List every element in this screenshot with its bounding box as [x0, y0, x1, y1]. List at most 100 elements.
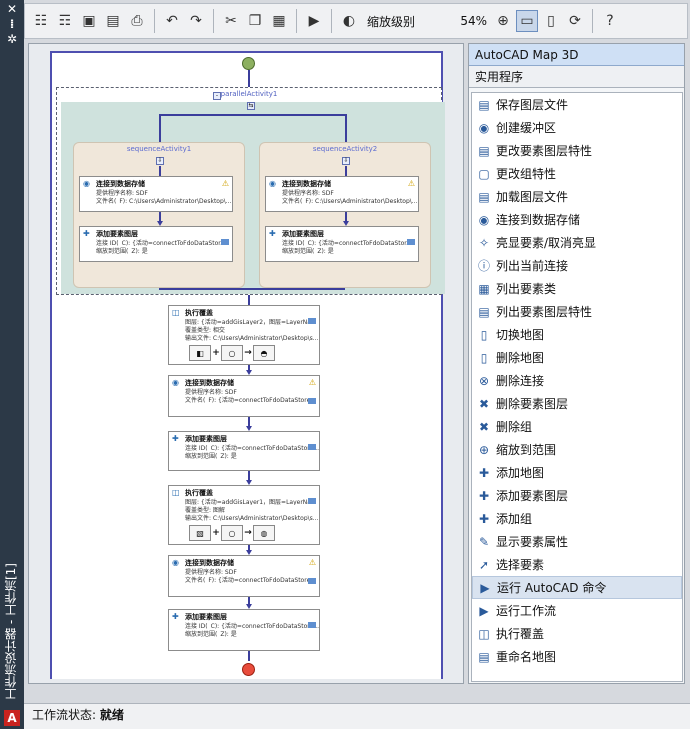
activity-item-rename-map[interactable]: ▤ 重命名地图 — [472, 645, 682, 668]
palette-title-bar: ✕ ⁞ ✲ 工作流设计器 - 工作流[1] A — [0, 0, 24, 729]
close-icon[interactable]: ✕ — [0, 3, 24, 15]
activity-item-change-group-props[interactable]: ▢ 更改组特性 — [472, 162, 682, 185]
activity-item-delete-layer[interactable]: ✖ 删除要素图层 — [472, 392, 682, 415]
perform-overlay-activity[interactable]: ◫ 执行覆盖 图层: {活动=addGisLayer1，图层=LayerNa..… — [168, 485, 320, 545]
save-icon[interactable]: ▣ — [78, 10, 100, 32]
group-props-icon: ▢ — [478, 166, 490, 181]
activity-item-save-layer-file[interactable]: ▤ 保存图层文件 — [472, 93, 682, 116]
list-layer-props-icon: ▤ — [478, 304, 490, 319]
activity-item-connect-datastore[interactable]: ◉ 连接到数据存储 — [472, 208, 682, 231]
toolbar: ☷ ☶ ▣ ▤ ⎙ ↶ ↷ ✂ ❐ ▦ ▶ ◐ 缩放级别 54% ⊕ ▭ ▯ ⟳… — [24, 3, 688, 39]
designer-canvas-area[interactable]: - parallelActivity1 ⇆ sequenceActivity1 … — [28, 43, 464, 684]
activity-item-delete-group[interactable]: ✖ 删除组 — [472, 415, 682, 438]
palette-subcategory-header[interactable]: 实用程序 — [469, 66, 684, 88]
new-workflow-icon[interactable]: ☷ — [30, 10, 52, 32]
connect-datastore-activity[interactable]: ◉ ⚠ 连接到数据存储 提供程序名称: SDF 文件名(_F): {活动=con… — [168, 555, 320, 597]
add-feature-layer-activity[interactable]: ✚ 添加要素图层 连接 ID(_C): {活动=connectToFdoData… — [79, 226, 233, 262]
warning-icon: ⚠ — [308, 558, 316, 567]
sequence-activity[interactable]: sequenceActivity2 ⇩ ◉ ⚠ 连接到数据存储 提供程序名称: … — [259, 142, 431, 288]
plus-icon: + — [212, 528, 220, 538]
link-icon — [308, 444, 316, 450]
open-workflow-icon[interactable]: ☶ — [54, 10, 76, 32]
activity-item-delete-map[interactable]: ▯ 删除地图 — [472, 346, 682, 369]
code-view-icon[interactable]: ▯ — [540, 10, 562, 32]
workflow-end-icon — [242, 663, 255, 676]
overlay-diagram: ▧ + ○ → ◍ — [189, 524, 275, 542]
delete-connection-icon: ⊗ — [478, 373, 490, 388]
activity-title: 添加要素图层 — [185, 613, 227, 621]
add-feature-layer-activity[interactable]: ✚ 添加要素图层 连接 ID(_C): {活动=connectToFdoData… — [168, 609, 320, 651]
activity-property: 文件名(_F): {活动=connectToFdoDataStore... — [185, 577, 316, 583]
activity-item-show-attributes[interactable]: ✎ 显示要素属性 — [472, 530, 682, 553]
activity-item-label: 运行工作流 — [496, 604, 557, 618]
activity-property: 提供程序名称: SDF — [282, 190, 334, 196]
activity-item-add-group[interactable]: ✚ 添加组 — [472, 507, 682, 530]
input-layer-icon: ◧ — [189, 345, 211, 361]
activity-property: 提供程序名称: SDF — [185, 389, 237, 395]
activity-item-add-layer[interactable]: ✚ 添加要素图层 — [472, 484, 682, 507]
activity-item-create-buffer[interactable]: ◉ 创建缓冲区 — [472, 116, 682, 139]
buffer-icon: ◉ — [478, 120, 490, 135]
design-view-icon[interactable]: ▭ — [516, 10, 538, 32]
connect-datastore-activity[interactable]: ◉ ⚠ 连接到数据存储 提供程序名称: SDF 文件名(_F): {活动=con… — [168, 375, 320, 417]
activity-item-run-autocad-command[interactable]: ▶ 运行 AutoCAD 命令 — [472, 576, 682, 599]
save-as-icon[interactable]: ▤ — [102, 10, 124, 32]
help-icon[interactable]: ? — [599, 10, 621, 32]
activity-item-label: 更改要素图层特性 — [496, 144, 593, 158]
zoom-level-value[interactable]: 54% — [457, 14, 487, 28]
link-icon — [407, 239, 415, 245]
connect-datastore-activity[interactable]: ◉ ⚠ 连接到数据存储 提供程序名称: SDF 文件名(_F): C:\User… — [79, 176, 233, 212]
activity-item-zoom-extents[interactable]: ⊕ 缩放到范围 — [472, 438, 682, 461]
activity-item-label: 执行覆盖 — [496, 627, 545, 641]
add-feature-layer-activity[interactable]: ✚ 添加要素图层 连接 ID(_C): {活动=connectToFdoData… — [265, 226, 419, 262]
status-bar: 工作流状态: 就绪 — [24, 703, 690, 729]
cut-icon[interactable]: ✂ — [220, 10, 242, 32]
link-icon — [308, 398, 316, 404]
toolbar-separator — [296, 9, 297, 33]
auto-hide-icon[interactable]: ⁞ — [0, 18, 24, 30]
zoom-magnifier-icon[interactable]: ⊕ — [492, 10, 514, 32]
properties-gear-icon[interactable]: ✲ — [0, 33, 24, 45]
activity-property: 覆盖类型: 图解 — [185, 507, 225, 513]
activity-property: 图层: {活动=addGisLayer2，图层=LayerNa... — [185, 319, 317, 325]
perform-overlay-activity[interactable]: ◫ 执行覆盖 图层: {活动=addGisLayer2，图层=LayerNa..… — [168, 305, 320, 365]
activity-item-select-features[interactable]: ➚ 选择要素 — [472, 553, 682, 576]
run-workflow-icon[interactable]: ▶ — [303, 10, 325, 32]
workflow-status-label: 工作流状态: — [32, 708, 97, 722]
palette-category-header[interactable]: AutoCAD Map 3D — [469, 44, 684, 66]
activity-item-list-classes[interactable]: ▦ 列出要素类 — [472, 277, 682, 300]
activity-item-label: 添加要素图层 — [496, 489, 569, 503]
activity-item-list-layer-props[interactable]: ▤ 列出要素图层特性 — [472, 300, 682, 323]
paste-icon[interactable]: ▦ — [268, 10, 290, 32]
activity-title: 添加要素图层 — [185, 435, 227, 443]
activity-item-switch-map[interactable]: ▯ 切换地图 — [472, 323, 682, 346]
undo-icon[interactable]: ↶ — [161, 10, 183, 32]
activity-item-add-map[interactable]: ✚ 添加地图 — [472, 461, 682, 484]
parallel-activity[interactable]: - parallelActivity1 ⇆ sequenceActivity1 … — [56, 87, 445, 295]
activity-title: 连接到数据存储 — [185, 379, 234, 387]
workflow-canvas[interactable]: - parallelActivity1 ⇆ sequenceActivity1 … — [50, 51, 445, 679]
redo-icon[interactable]: ↷ — [185, 10, 207, 32]
connector-line — [248, 295, 250, 305]
print-icon[interactable]: ⎙ — [126, 10, 148, 32]
activity-item-label: 亮显要素/取消亮显 — [496, 236, 597, 250]
zoom-tool-icon[interactable]: ◐ — [338, 10, 360, 32]
activity-item-run-workflow[interactable]: ▶ 运行工作流 — [472, 599, 682, 622]
copy-icon[interactable]: ❐ — [244, 10, 266, 32]
activity-item-list-connections[interactable]: ⓘ 列出当前连接 — [472, 254, 682, 277]
connect-datastore-activity[interactable]: ◉ ⚠ 连接到数据存储 提供程序名称: SDF 文件名(_F): C:\User… — [265, 176, 419, 212]
activity-item-label: 删除组 — [496, 420, 533, 434]
activity-item-load-layer-file[interactable]: ▤ 加载图层文件 — [472, 185, 682, 208]
select-icon: ➚ — [478, 557, 490, 572]
add-feature-layer-activity[interactable]: ✚ 添加要素图层 连接 ID(_C): {活动=connectToFdoData… — [168, 431, 320, 471]
activity-title: 添加要素图层 — [282, 230, 324, 238]
parallel-activity-body: ⇆ sequenceActivity1 ⇩ ◉ ⚠ 连接到数据存储 提供程序名称… — [61, 102, 445, 294]
activity-item-change-layer-props[interactable]: ▤ 更改要素图层特性 — [472, 139, 682, 162]
activity-item-highlight[interactable]: ✧ 亮显要素/取消亮显 — [472, 231, 682, 254]
activity-property: 图层: {活动=addGisLayer1，图层=LayerNa... — [185, 499, 317, 505]
refresh-icon[interactable]: ⟳ — [564, 10, 586, 32]
activity-item-delete-connection[interactable]: ⊗ 删除连接 — [472, 369, 682, 392]
activity-item-perform-overlay[interactable]: ◫ 执行覆盖 — [472, 622, 682, 645]
sequence-activity[interactable]: sequenceActivity1 ⇩ ◉ ⚠ 连接到数据存储 提供程序名称: … — [73, 142, 245, 288]
activity-item-label: 添加组 — [496, 512, 533, 526]
